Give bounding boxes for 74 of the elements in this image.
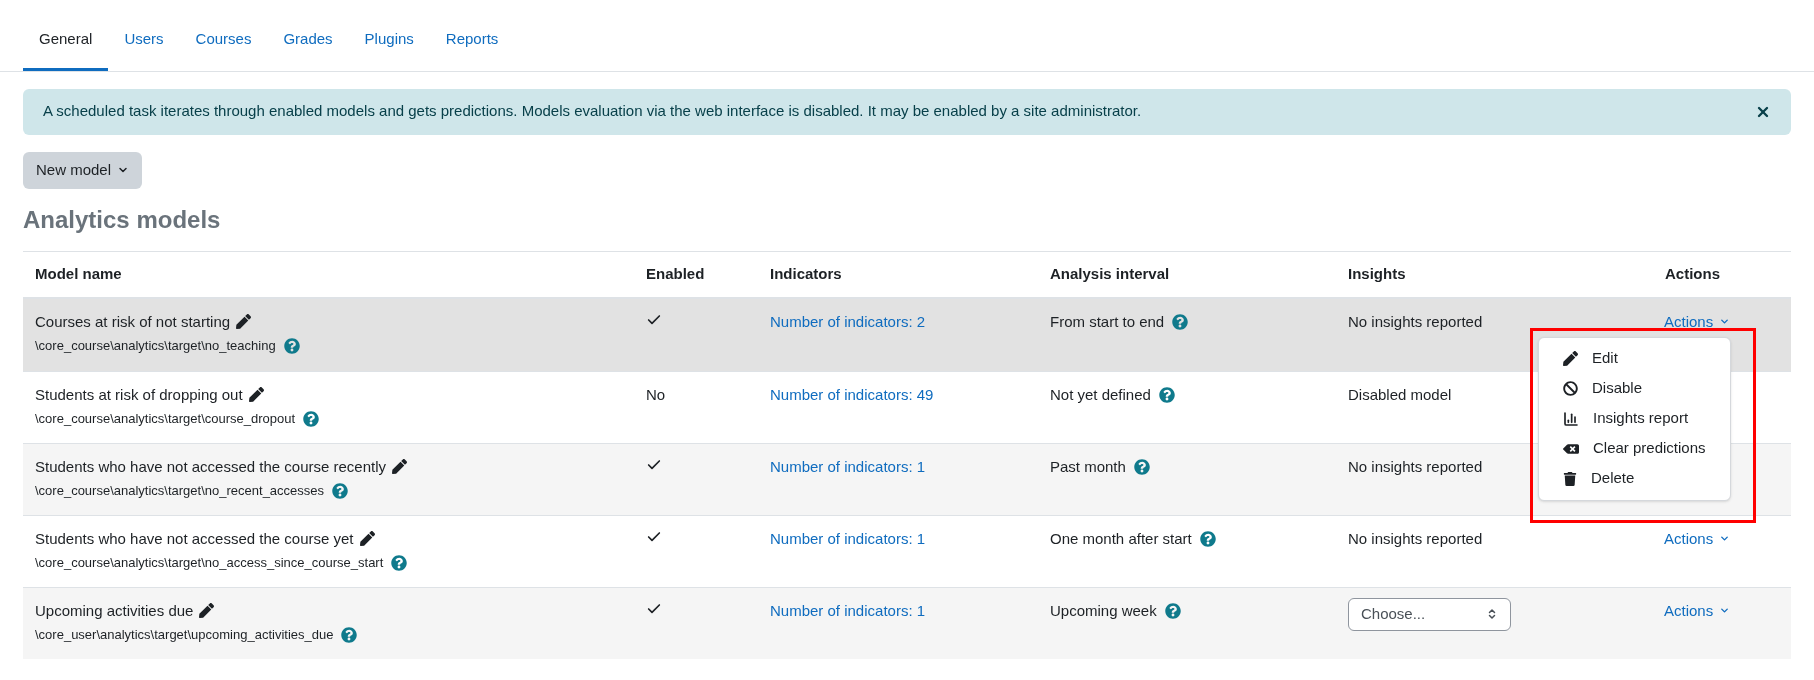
enabled-text: No [646, 385, 666, 403]
insights-text: No insights reported [1348, 529, 1483, 547]
interval-text: Upcoming week [1050, 601, 1157, 619]
tab[interactable]: General [23, 20, 109, 71]
menu-item-label: Disable [1592, 378, 1643, 399]
insights-select[interactable]: Choose... [1348, 597, 1511, 631]
menu-item[interactable]: Insights report [1539, 403, 1730, 434]
target-path: \core_course\analytics\target\course_dropout [35, 410, 296, 428]
help-icon[interactable] [332, 482, 349, 499]
tab[interactable]: Grades [267, 20, 349, 71]
indicators-link[interactable]: Number of indicators: 2 [770, 312, 926, 330]
menu-item[interactable]: Disable [1539, 373, 1730, 404]
insights-text: No insights reported [1348, 312, 1483, 330]
help-icon[interactable] [391, 554, 408, 571]
interval-text: One month after start [1050, 529, 1192, 547]
model-name: Students at risk of dropping out [35, 384, 243, 405]
actions-link[interactable]: Actions [1664, 599, 1731, 622]
menu-item-label: Insights report [1593, 408, 1689, 429]
tab[interactable]: Plugins [348, 20, 430, 71]
pencil-icon[interactable] [199, 603, 215, 619]
target-path: \core_course\analytics\target\no_access_since_course_start [35, 554, 384, 572]
pencil-icon[interactable] [359, 531, 375, 547]
help-icon[interactable] [341, 626, 358, 643]
pencil-icon[interactable] [392, 459, 408, 475]
menu-item-label: Clear predictions [1593, 438, 1706, 459]
insights-text: No insights reported [1348, 457, 1483, 475]
select-arrows-icon [1486, 608, 1498, 620]
column-header: Enabled [646, 264, 705, 282]
column-header: Analysis interval [1050, 264, 1170, 282]
actions-link[interactable]: Actions [1664, 310, 1731, 333]
pencil-icon [1563, 351, 1578, 366]
help-icon[interactable] [1164, 602, 1181, 619]
help-icon[interactable] [303, 410, 320, 427]
pencil-icon[interactable] [236, 314, 252, 330]
tab[interactable]: Users [108, 20, 180, 71]
help-icon[interactable] [1158, 386, 1175, 403]
help-icon[interactable] [1199, 530, 1216, 547]
interval-text: From start to end [1050, 312, 1165, 330]
indicators-link[interactable]: Number of indicators: 1 [770, 601, 926, 619]
model-name: Students who have not accessed the course recently [35, 456, 387, 477]
help-icon[interactable] [1133, 458, 1150, 475]
page-heading: Analytics models [23, 204, 222, 235]
column-header: Actions [1665, 264, 1720, 282]
prohibited-icon [1563, 381, 1578, 396]
column-header: Indicators [770, 264, 842, 282]
indicators-link[interactable]: Number of indicators: 1 [770, 529, 926, 547]
insights-text: Disabled model [1348, 385, 1452, 403]
menu-item[interactable]: Delete [1539, 463, 1730, 494]
model-name: Students who have not accessed the course yet [35, 528, 354, 549]
tab[interactable]: Courses [179, 20, 268, 71]
trash-icon [1563, 471, 1577, 486]
pencil-icon[interactable] [248, 387, 264, 403]
tab[interactable]: Reports [429, 20, 515, 71]
indicators-link[interactable]: Number of indicators: 49 [770, 385, 934, 403]
column-header: Insights [1348, 264, 1406, 282]
interval-text: Not yet defined [1050, 385, 1151, 403]
bar-chart-icon [1563, 410, 1579, 427]
target-path: \core_user\analytics\target\upcoming_activities_due [35, 626, 334, 644]
model-name: Courses at risk of not starting [35, 311, 231, 332]
interval-text: Past month [1050, 457, 1126, 475]
column-header: Model name [35, 264, 122, 282]
alert-text: A scheduled task iterates through enabled models and gets predictions. Models evaluation via the web interface is disabled. It may be enabled by a site administrator. [43, 101, 1142, 122]
menu-item[interactable]: Clear predictions [1539, 433, 1730, 464]
menu-item[interactable]: Edit [1539, 343, 1730, 374]
indicators-link[interactable]: Number of indicators: 1 [770, 457, 926, 475]
new-model-button[interactable]: New model [23, 151, 143, 189]
actions-link[interactable]: Actions [1664, 527, 1731, 550]
model-name: Upcoming activities due [35, 600, 194, 621]
help-icon[interactable] [1172, 313, 1189, 330]
target-path: \core_course\analytics\target\no_teaching [35, 337, 276, 355]
menu-item-label: Delete [1591, 468, 1635, 489]
help-icon[interactable] [283, 337, 300, 354]
menu-item-label: Edit [1592, 348, 1618, 369]
target-path: \core_course\analytics\target\no_recent_accesses [35, 482, 325, 500]
